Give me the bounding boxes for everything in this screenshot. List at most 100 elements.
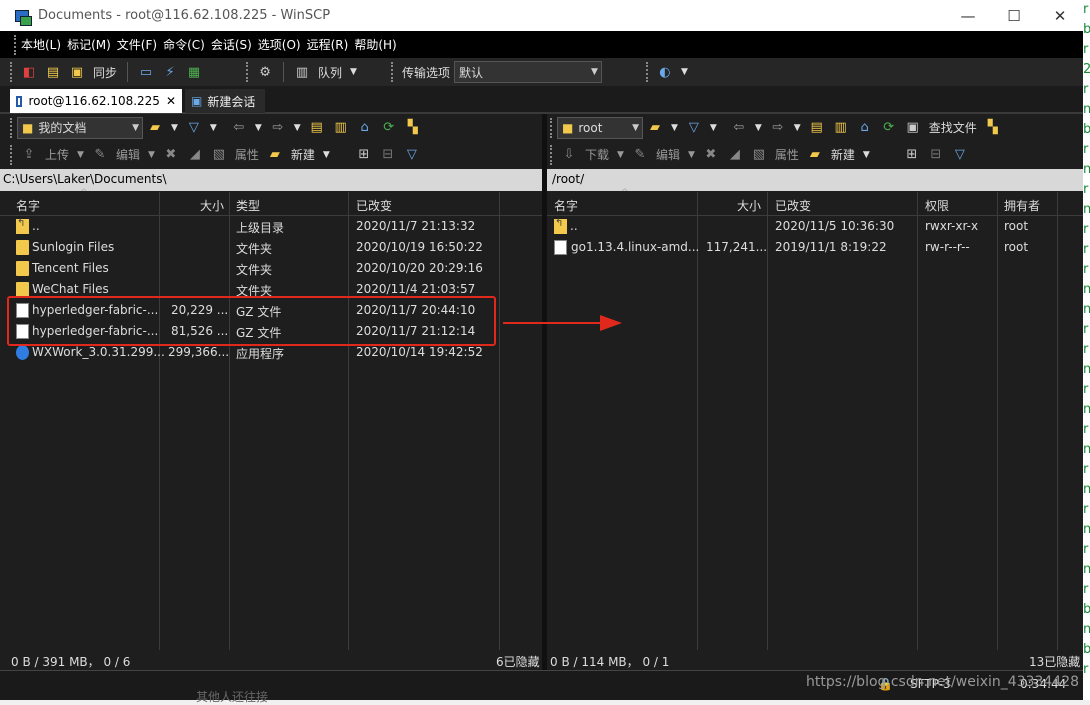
menu-help[interactable]: 帮助(H) [354,36,396,53]
sync-button[interactable]: 同步 [93,64,117,81]
find-icon[interactable]: ▦ [185,63,203,81]
tree-icon[interactable]: ▚ [404,119,422,137]
close-button[interactable]: ✕ [1037,0,1083,31]
remote-hidden-count[interactable]: 13已隐藏 [1029,653,1080,670]
new-folder-icon[interactable]: ▰ [266,146,284,164]
find-files-icon[interactable]: ▣ [904,119,922,137]
home-icon[interactable]: ⌂ [356,119,374,137]
root-dir-icon[interactable]: ▥ [332,119,350,137]
chevron-down-icon[interactable]: ▼ [688,150,695,160]
close-icon[interactable]: ✕ [166,94,176,108]
properties-button[interactable]: 属性 [775,146,799,163]
column-size[interactable]: 大小 [737,197,761,214]
filter-icon[interactable]: ▽ [185,119,203,137]
tree-icon[interactable]: ▚ [984,119,1002,137]
column-rights[interactable]: 权限 [925,197,949,214]
find-files-button[interactable]: 查找文件 [929,119,977,136]
menu-mark[interactable]: 标记(M) [67,36,111,53]
open-folder-icon[interactable]: ▰ [646,119,664,137]
unselect-icon[interactable]: ⊟ [379,146,397,164]
chevron-down-icon[interactable]: ▼ [210,123,217,133]
chevron-down-icon[interactable]: ▼ [323,150,330,160]
new-button[interactable]: 新建 [291,146,315,163]
edit-icon[interactable]: ✎ [91,146,109,164]
home-icon[interactable]: ⌂ [856,119,874,137]
rename-icon[interactable]: ◢ [186,146,204,164]
column-changed[interactable]: 已改变 [775,197,811,214]
refresh-icon[interactable]: ⟳ [380,119,398,137]
maximize-button[interactable]: ☐ [991,0,1037,31]
gear-icon[interactable]: ⚙ [256,63,274,81]
list-item[interactable]: go1.13.4.linux-amd... 117,241... 2019/11… [547,237,1083,258]
column-owner[interactable]: 拥有者 [1004,197,1040,214]
transfer-preset-select[interactable]: 默认 ▼ [453,61,602,83]
upload-button[interactable]: 上传 [45,146,69,163]
refresh-icon[interactable]: ⟳ [880,119,898,137]
list-item[interactable]: Sunlogin Files 文件夹 2020/10/19 16:50:22 [0,237,542,258]
queue-button[interactable]: 队列 [318,64,342,81]
menu-files[interactable]: 文件(F) [117,36,157,53]
console-icon[interactable]: ▭ [137,63,155,81]
forward-arrow-icon[interactable]: ⇨ [769,119,787,137]
select-all-icon[interactable]: ⊞ [355,146,373,164]
chevron-down-icon[interactable]: ▼ [863,150,870,160]
column-changed[interactable]: 已改变 [356,197,392,214]
properties-icon[interactable]: ▧ [210,146,228,164]
download-button[interactable]: 下载 [585,146,609,163]
menu-session[interactable]: 会话(S) [211,36,252,53]
list-item[interactable]: Tencent Files 文件夹 2020/10/20 20:29:16 [0,258,542,279]
column-name[interactable]: 名字 [554,197,578,214]
properties-icon[interactable]: ▧ [750,146,768,164]
chevron-down-icon[interactable]: ▼ [710,123,717,133]
chevron-down-icon[interactable]: ▼ [617,150,624,160]
column-name[interactable]: 名字 [16,197,40,214]
tab-session[interactable]: root@116.62.108.225 ✕ [10,89,182,113]
menu-remote[interactable]: 远程(R) [307,36,349,53]
chevron-down-icon[interactable]: ▼ [77,150,84,160]
compare-dirs-icon[interactable]: ◧ [20,63,38,81]
open-folder-icon[interactable]: ▰ [146,119,164,137]
chevron-down-icon[interactable]: ▼ [794,123,801,133]
sync-browse-icon[interactable]: ▤ [44,63,62,81]
download-icon[interactable]: ⇩ [560,146,578,164]
upload-icon[interactable]: ⇪ [20,146,38,164]
chevron-down-icon[interactable]: ▼ [671,123,678,133]
list-item[interactable]: .. 2020/11/5 10:36:30 rwxr-xr-x root [547,216,1083,237]
back-arrow-icon[interactable]: ⇦ [230,119,248,137]
queue-icon[interactable]: ▥ [293,63,311,81]
minimize-button[interactable]: — [945,0,991,31]
parent-dir-icon[interactable]: ▤ [308,119,326,137]
delete-icon[interactable]: ✖ [162,146,180,164]
select-all-icon[interactable]: ⊞ [903,146,921,164]
parent-dir-icon[interactable]: ▤ [808,119,826,137]
filter-select-icon[interactable]: ▽ [403,146,421,164]
chevron-down-icon[interactable]: ▼ [755,123,762,133]
filter-select-icon[interactable]: ▽ [951,146,969,164]
local-hidden-count[interactable]: 6已隐藏 [496,653,540,670]
properties-button[interactable]: 属性 [235,146,259,163]
chevron-down-icon[interactable]: ▼ [171,123,178,133]
local-location-select[interactable]: ■ 我的文档 ▼ [17,116,143,139]
edit-icon[interactable]: ✎ [631,146,649,164]
sync-icon[interactable]: ▣ [68,63,86,81]
menu-commands[interactable]: 命令(C) [163,36,205,53]
column-size[interactable]: 大小 [200,197,224,214]
chevron-down-icon[interactable]: ▼ [681,67,688,77]
edit-button[interactable]: 编辑 [656,146,680,163]
putty-icon[interactable]: ⚡ [161,63,179,81]
edit-button[interactable]: 编辑 [116,146,140,163]
new-button[interactable]: 新建 [831,146,855,163]
unselect-icon[interactable]: ⊟ [927,146,945,164]
globe-icon[interactable]: ◐ [656,63,674,81]
filter-icon[interactable]: ▽ [685,119,703,137]
remote-location-select[interactable]: ■ root ▼ [557,116,643,139]
chevron-down-icon[interactable]: ▼ [148,150,155,160]
new-folder-icon[interactable]: ▰ [806,146,824,164]
root-dir-icon[interactable]: ▥ [832,119,850,137]
forward-arrow-icon[interactable]: ⇨ [269,119,287,137]
tab-new-session[interactable]: ▣ 新建会话 [185,89,265,113]
chevron-down-icon[interactable]: ▼ [255,123,262,133]
queue-dropdown-icon[interactable]: ▼ [350,67,357,77]
column-type[interactable]: 类型 [236,197,260,214]
delete-icon[interactable]: ✖ [702,146,720,164]
